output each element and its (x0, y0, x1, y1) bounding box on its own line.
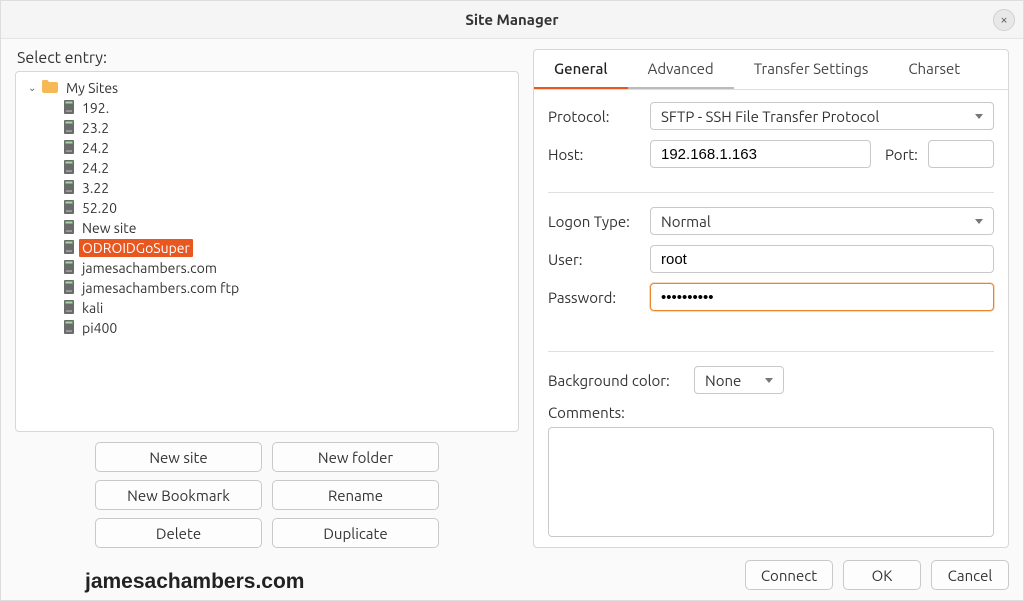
user-input[interactable] (650, 245, 994, 273)
right-panel: General Advanced Transfer Settings Chars… (533, 49, 1009, 548)
background-color-dropdown[interactable]: None (694, 366, 784, 394)
site-entry-label: 24.2 (79, 139, 112, 157)
site-entry-label: pi400 (79, 319, 120, 337)
ok-button[interactable]: OK (843, 560, 921, 590)
site-entry[interactable]: 24.2 (20, 158, 514, 178)
comments-textarea[interactable] (548, 427, 994, 537)
protocol-value: SFTP - SSH File Transfer Protocol (661, 108, 879, 125)
site-entry-label: ODROIDGoSuper (79, 239, 193, 257)
close-icon: × (1000, 13, 1007, 27)
general-panel: Protocol: SFTP - SSH File Transfer Proto… (534, 90, 1008, 547)
comments-label: Comments: (548, 404, 994, 421)
server-icon (64, 260, 79, 277)
close-button[interactable]: × (993, 9, 1015, 31)
site-tree[interactable]: ⌄ My Sites 192. 23.2 24.2 24.2 3.22 52.20 New … (15, 71, 519, 432)
site-entry[interactable]: 52.20 (20, 198, 514, 218)
select-entry-label: Select entry: (15, 49, 519, 67)
port-label: Port: (881, 146, 918, 163)
server-icon (64, 300, 79, 317)
server-icon (64, 100, 79, 117)
site-actions: New site New folder New Bookmark Rename … (15, 442, 519, 548)
server-icon (64, 320, 79, 337)
server-icon (64, 220, 79, 237)
site-entry-label: 3.22 (79, 179, 112, 197)
protocol-label: Protocol: (548, 108, 640, 125)
tab-advanced[interactable]: Advanced (628, 50, 734, 89)
connect-button[interactable]: Connect (745, 560, 833, 590)
site-entry-label: New site (79, 219, 139, 237)
server-icon (64, 140, 79, 157)
site-entry[interactable]: 24.2 (20, 138, 514, 158)
new-bookmark-button[interactable]: New Bookmark (95, 480, 262, 510)
content-area: Select entry: ⌄ My Sites 192. 23.2 24.2 24.… (1, 39, 1023, 556)
duplicate-button[interactable]: Duplicate (272, 518, 439, 548)
server-icon (64, 120, 79, 137)
server-icon (64, 280, 79, 297)
background-color-label: Background color: (548, 372, 684, 389)
window-title: Site Manager (465, 11, 558, 28)
tab-charset[interactable]: Charset (888, 50, 980, 89)
folder-icon (42, 80, 63, 96)
site-entry[interactable]: pi400 (20, 318, 514, 338)
protocol-dropdown[interactable]: SFTP - SSH File Transfer Protocol (650, 102, 994, 130)
logon-type-value: Normal (661, 213, 711, 230)
site-entry[interactable]: kali (20, 298, 514, 318)
site-entry[interactable]: jamesachambers.com ftp (20, 278, 514, 298)
new-site-button[interactable]: New site (95, 442, 262, 472)
separator (548, 192, 994, 193)
titlebar: Site Manager × (1, 1, 1023, 39)
site-entry[interactable]: ODROIDGoSuper (20, 238, 514, 258)
site-entry[interactable]: New site (20, 218, 514, 238)
tab-transfer-settings[interactable]: Transfer Settings (734, 50, 889, 89)
separator-2 (548, 351, 994, 352)
site-entry-label: 23.2 (79, 119, 112, 137)
server-icon (64, 200, 79, 217)
site-entry-label: 52.20 (79, 199, 120, 217)
site-manager-window: Site Manager × Select entry: ⌄ My Sites … (0, 0, 1024, 601)
left-panel: Select entry: ⌄ My Sites 192. 23.2 24.2 24.… (15, 49, 519, 548)
site-entry-label: 192. (79, 99, 112, 117)
port-input[interactable] (928, 140, 994, 168)
site-entry-label: jamesachambers.com (79, 259, 220, 277)
watermark-text: jamesachambers.com (85, 570, 304, 594)
tree-folder-label: My Sites (63, 79, 121, 97)
delete-button[interactable]: Delete (95, 518, 262, 548)
site-entry-label: 24.2 (79, 159, 112, 177)
site-entry[interactable]: 23.2 (20, 118, 514, 138)
host-input[interactable] (650, 140, 871, 168)
tab-bar: General Advanced Transfer Settings Chars… (534, 50, 1008, 90)
site-entry[interactable]: 3.22 (20, 178, 514, 198)
server-icon (64, 160, 79, 177)
tab-general[interactable]: General (534, 50, 628, 89)
chevron-down-icon[interactable]: ⌄ (28, 82, 42, 94)
password-input[interactable] (650, 283, 994, 311)
rename-button[interactable]: Rename (272, 480, 439, 510)
new-folder-button[interactable]: New folder (272, 442, 439, 472)
host-label: Host: (548, 146, 640, 163)
background-color-value: None (705, 372, 741, 389)
site-entry[interactable]: 192. (20, 98, 514, 118)
site-entry-label: kali (79, 299, 106, 317)
cancel-button[interactable]: Cancel (931, 560, 1009, 590)
user-label: User: (548, 251, 640, 268)
logon-type-label: Logon Type: (548, 213, 640, 230)
logon-type-dropdown[interactable]: Normal (650, 207, 994, 235)
server-icon (64, 240, 79, 257)
site-entry-label: jamesachambers.com ftp (79, 279, 242, 297)
password-label: Password: (548, 289, 640, 306)
server-icon (64, 180, 79, 197)
site-entry[interactable]: jamesachambers.com (20, 258, 514, 278)
tree-folder-my-sites[interactable]: ⌄ My Sites (20, 78, 514, 98)
